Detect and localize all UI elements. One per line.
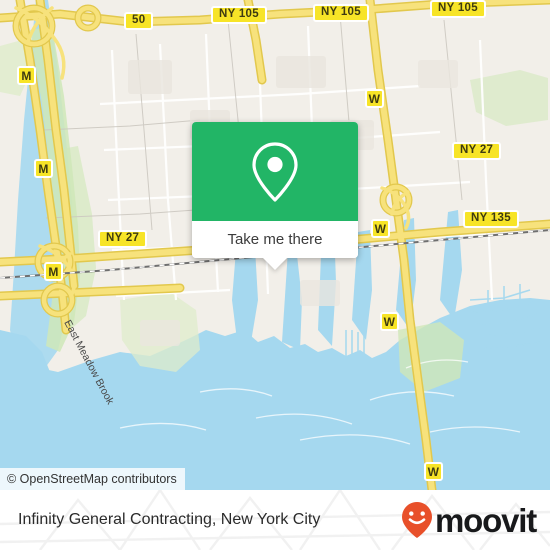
road-shield: NY 105 [430, 0, 486, 18]
osm-attribution[interactable]: © OpenStreetMap contributors [0, 468, 185, 490]
road-shield: NY 105 [211, 6, 267, 24]
road-shield: NY 105 [313, 4, 369, 22]
road-shield: M [17, 66, 36, 85]
map-canvas[interactable]: 50 NY 105 NY 105 NY 105 M M M W W W W NY 27 NY 27 NY … [0, 0, 550, 490]
road-shield: W [371, 219, 390, 238]
place-title: Infinity General Contracting, New York C… [18, 511, 321, 528]
road-shield: NY 135 [463, 210, 519, 228]
popup-pointer-tail [262, 257, 288, 270]
moovit-brand[interactable]: moovit [400, 501, 537, 539]
take-me-there-label: Take me there [227, 231, 323, 248]
osm-attribution-text: © OpenStreetMap contributors [7, 472, 177, 486]
footer-bar: Infinity General Contracting, New York C… [0, 490, 550, 550]
road-shield: W [365, 89, 384, 108]
take-me-there-popup[interactable]: Take me there [192, 122, 358, 270]
moovit-smiling-pin-icon [402, 502, 433, 538]
road-shield: 50 [124, 12, 154, 30]
take-me-there-button[interactable]: Take me there [192, 221, 358, 258]
moovit-wordmark: moovit [435, 501, 537, 539]
road-shield: W [424, 462, 443, 481]
road-shield: NY 27 [452, 142, 502, 160]
map-pin-icon [252, 141, 298, 202]
road-shield: M [34, 159, 53, 178]
map-screenshot: 50 NY 105 NY 105 NY 105 M M M W W W W NY 27 NY 27 NY … [0, 0, 550, 550]
road-shield: M [44, 262, 63, 281]
popup-image-area [192, 122, 358, 221]
road-shield: W [380, 312, 399, 331]
road-shield: NY 27 [98, 230, 148, 248]
